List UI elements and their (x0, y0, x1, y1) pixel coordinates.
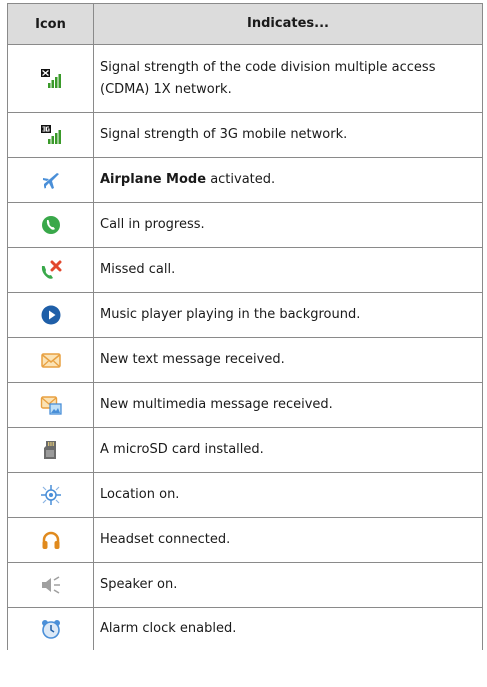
table-row: Signal strength of 3G mobile network. (7, 113, 483, 158)
missed-call-icon (41, 260, 61, 279)
table-row: Alarm clock enabled. (7, 608, 483, 650)
row-text: Music player playing in the background. (94, 293, 483, 337)
table-row: Speaker on. (7, 563, 483, 608)
3g-signal-icon (40, 125, 61, 144)
table-row: Call in progress. (7, 203, 483, 248)
table-row: Airplane Mode activated. (7, 158, 483, 203)
call-in-progress-icon (41, 216, 60, 234)
row-text: Signal strength of 3G mobile network. (94, 113, 483, 157)
location-icon (40, 485, 61, 505)
table-row: A microSD card installed. (7, 428, 483, 473)
alarm-clock-icon (41, 620, 60, 639)
row-text: Signal strength of the code division mul… (94, 45, 483, 112)
row-text: Alarm clock enabled. (94, 608, 483, 650)
row-text: Headset connected. (94, 518, 483, 562)
speaker-icon (41, 576, 60, 594)
row-text: Location on. (94, 473, 483, 517)
row-text: A microSD card installed. (94, 428, 483, 472)
table-row: Headset connected. (7, 518, 483, 563)
table-row: Missed call. (7, 248, 483, 293)
table-row: Music player playing in the background. (7, 293, 483, 338)
row-text: Airplane Mode activated. (94, 158, 483, 202)
row-text: New text message received. (94, 338, 483, 382)
music-playing-icon (41, 305, 60, 325)
row-text-rest: activated. (206, 172, 276, 187)
airplane-mode-icon (42, 173, 59, 189)
row-text: New multimedia message received. (94, 383, 483, 427)
cdma-1x-signal-icon (40, 68, 61, 88)
microsd-card-icon (43, 441, 56, 459)
table-row: Location on. (7, 473, 483, 518)
row-text-bold: Airplane Mode (100, 172, 207, 187)
headset-icon (42, 531, 59, 549)
table-header-row: Icon Indicates... (7, 4, 483, 45)
status-icons-table: Icon Indicates... Signal strength of the… (7, 3, 483, 650)
header-indicates: Indicates... (94, 4, 483, 44)
text-message-icon (40, 353, 61, 368)
row-text: Speaker on. (94, 563, 483, 607)
header-icon: Icon (7, 4, 94, 44)
row-text: Call in progress. (94, 203, 483, 247)
table-row: New multimedia message received. (7, 383, 483, 428)
table-row: New text message received. (7, 338, 483, 383)
table-row: Signal strength of the code division mul… (7, 45, 483, 113)
row-text: Missed call. (94, 248, 483, 292)
multimedia-message-icon (40, 396, 62, 415)
